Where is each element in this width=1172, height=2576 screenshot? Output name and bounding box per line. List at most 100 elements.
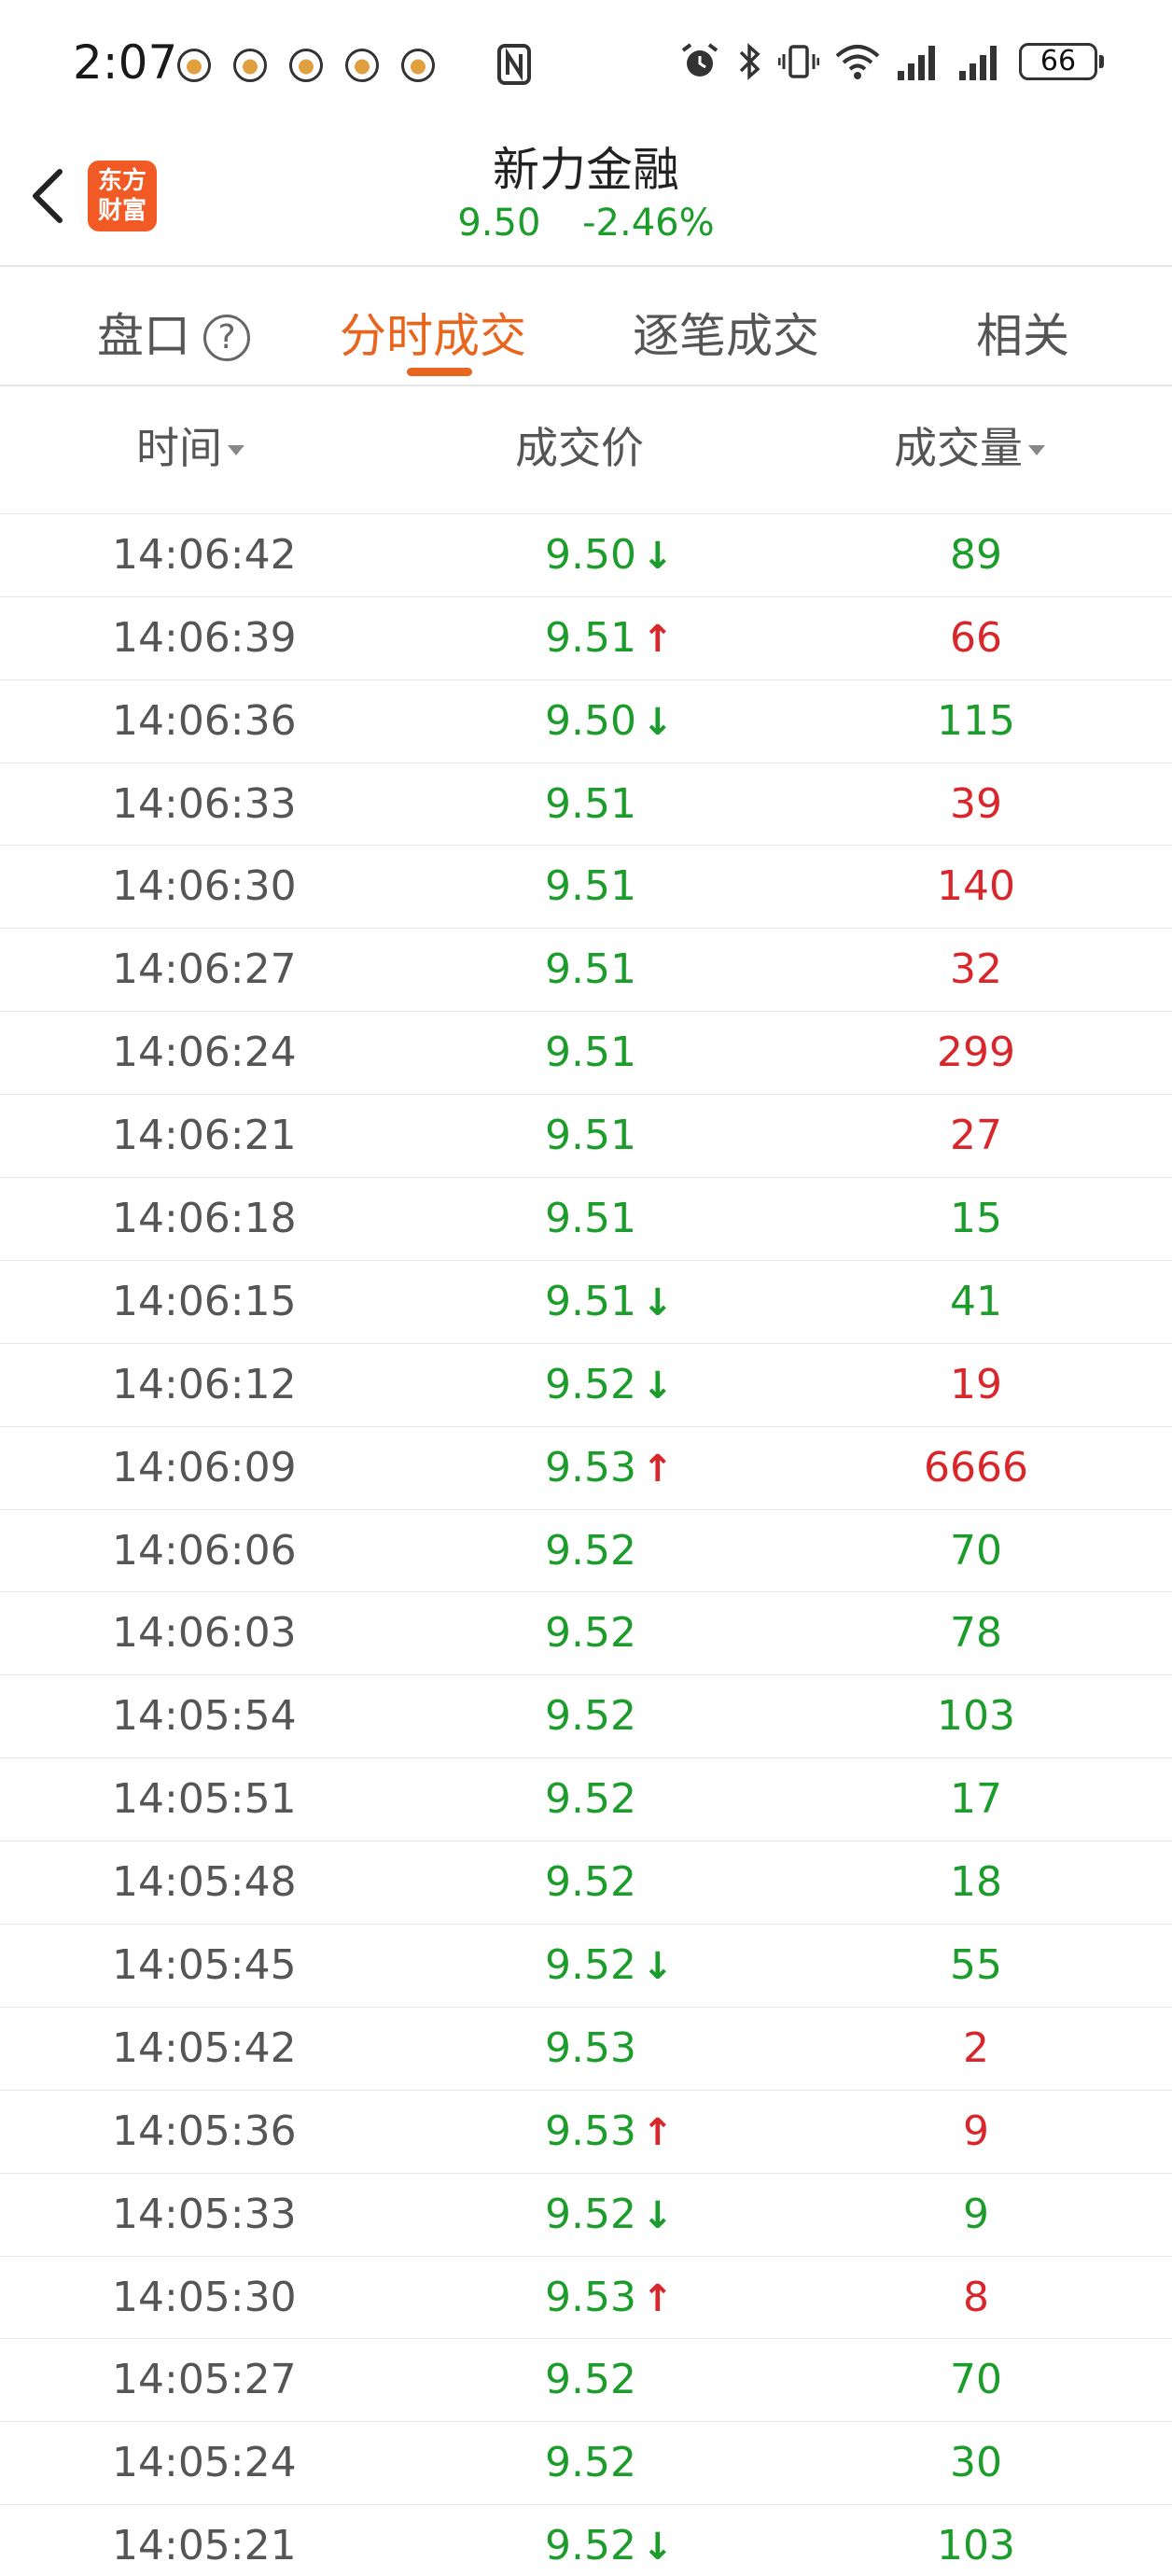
stock-header: 东方 财富 新力金融 9.50 -2.46%	[0, 131, 1172, 267]
trade-time: 14:05:42	[112, 2023, 297, 2072]
trade-time: 14:05:27	[112, 2356, 297, 2404]
trade-time: 14:06:39	[112, 613, 297, 662]
sort-caret-icon	[1028, 445, 1045, 455]
table-row[interactable]: 14:06:09 9.53 ↑ 6666	[0, 1427, 1172, 1510]
table-row[interactable]: 14:06:30 9.51 140	[0, 846, 1172, 930]
trade-price: 9.51	[545, 1095, 636, 1177]
trade-price-value: 9.51	[545, 1277, 636, 1325]
trade-price-value: 9.52	[545, 2439, 636, 2487]
arrow-down-icon: ↓	[641, 2193, 674, 2237]
trade-price-value: 9.53	[545, 1443, 636, 1491]
table-row[interactable]: 14:06:24 9.51 299	[0, 1012, 1172, 1096]
trade-list[interactable]: 14:06:459.501814:06:429.50↓8914:06:399.5…	[0, 489, 1172, 2576]
trade-price-value: 9.51	[545, 945, 636, 994]
trade-price-value: 9.52	[545, 1775, 636, 1824]
trade-price: 9.52	[545, 2422, 636, 2504]
table-row[interactable]: 14:05:51 9.52 17	[0, 1758, 1172, 1842]
sort-caret-icon	[228, 445, 244, 455]
nfc-icon	[497, 44, 531, 85]
arrow-down-icon: ↓	[641, 2526, 674, 2569]
trade-time: 14:06:09	[112, 1443, 297, 1491]
table-row[interactable]: 14:06:06 9.52 70	[0, 1510, 1172, 1593]
trade-time: 14:06:27	[112, 945, 297, 994]
table-row[interactable]: 14:05:30 9.53 ↑ 8	[0, 2257, 1172, 2340]
trade-price-value: 9.53	[545, 2273, 636, 2321]
trade-price: 9.50 ↓	[545, 514, 673, 596]
table-row[interactable]: 14:05:21 9.52 ↓ 103	[0, 2505, 1172, 2576]
table-row[interactable]: 14:05:27 9.52 70	[0, 2339, 1172, 2423]
table-row[interactable]: 14:05:33 9.52 ↓ 9	[0, 2174, 1172, 2257]
stock-change: -2.46%	[582, 202, 715, 245]
trade-price: 9.51	[545, 1012, 636, 1094]
table-row[interactable]: 14:06:36 9.50 ↓ 115	[0, 680, 1172, 763]
tab-tick-trades[interactable]: 逐笔成交	[633, 299, 819, 366]
column-header-time[interactable]: 时间	[136, 414, 244, 476]
arrow-up-icon: ↑	[641, 1447, 674, 1491]
trade-price-value: 9.52	[545, 1941, 636, 1990]
table-row[interactable]: 14:05:42 9.53 2	[0, 2008, 1172, 2091]
trade-volume: 115	[937, 696, 1015, 745]
trade-time: 14:05:30	[112, 2273, 297, 2321]
trade-time: 14:06:21	[112, 1112, 297, 1160]
stock-quote: 9.50 -2.46%	[0, 202, 1172, 245]
trade-volume: 66	[950, 613, 1002, 662]
trade-price: 9.50	[545, 489, 636, 513]
trade-price: 9.51	[545, 846, 636, 928]
arrow-down-icon: ↓	[641, 700, 674, 744]
tab-order-book[interactable]: 盘口?	[97, 299, 250, 366]
trade-time: 14:05:21	[112, 2522, 297, 2570]
table-row[interactable]: 14:06:42 9.50 ↓ 89	[0, 514, 1172, 597]
trade-price: 9.52	[545, 2339, 636, 2421]
trade-price: 9.52	[545, 1592, 636, 1674]
table-row[interactable]: 14:06:45 9.50 18	[0, 489, 1172, 514]
trade-time: 14:06:45	[112, 489, 297, 513]
trade-price-value: 9.50	[545, 489, 636, 496]
tab-related[interactable]: 相关	[976, 299, 1069, 366]
help-icon[interactable]: ?	[203, 315, 250, 361]
table-row[interactable]: 14:05:45 9.52 ↓ 55	[0, 1925, 1172, 2008]
wifi-icon	[835, 45, 880, 79]
signal-icon	[898, 46, 935, 80]
table-row[interactable]: 14:06:33 9.51 39	[0, 763, 1172, 847]
trade-volume: 78	[950, 1609, 1002, 1658]
column-label: 时间	[136, 423, 222, 473]
trade-time: 14:05:48	[112, 1858, 297, 1907]
status-time: 2:07	[73, 35, 178, 90]
system-icons: 66	[679, 41, 1104, 82]
trade-price: 9.52 ↓	[545, 2505, 673, 2576]
trade-price-value: 9.52	[545, 1609, 636, 1658]
table-row[interactable]: 14:06:15 9.51 ↓ 41	[0, 1261, 1172, 1344]
table-row[interactable]: 14:05:24 9.52 30	[0, 2422, 1172, 2506]
trade-price: 9.53 ↑	[545, 2257, 673, 2339]
trade-volume: 55	[950, 1941, 1002, 1990]
trade-volume: 70	[950, 2356, 1002, 2404]
trade-price: 9.53 ↑	[545, 1427, 673, 1509]
status-bar: 2:07 66	[0, 0, 1172, 131]
vibrate-icon	[778, 45, 819, 78]
table-row[interactable]: 14:06:12 9.52 ↓ 19	[0, 1344, 1172, 1427]
table-row[interactable]: 14:06:27 9.51 32	[0, 929, 1172, 1013]
table-row[interactable]: 14:06:03 9.52 78	[0, 1592, 1172, 1676]
arrow-down-icon: ↓	[641, 1945, 674, 1989]
table-row[interactable]: 14:06:18 9.51 15	[0, 1178, 1172, 1261]
battery-icon: 66	[1019, 43, 1104, 80]
table-row[interactable]: 14:05:36 9.53 ↑ 9	[0, 2091, 1172, 2174]
trade-volume: 299	[937, 1029, 1015, 1077]
trade-price: 9.52	[545, 1758, 636, 1841]
trade-time: 14:06:06	[112, 1526, 297, 1575]
trade-time: 14:06:03	[112, 1609, 297, 1658]
trade-price: 9.51 ↑	[545, 597, 673, 679]
table-row[interactable]: 14:06:21 9.51 27	[0, 1095, 1172, 1179]
column-header-volume[interactable]: 成交量	[894, 414, 1045, 476]
bluetooth-icon	[739, 43, 760, 80]
tab-time-trades[interactable]: 分时成交	[340, 299, 526, 366]
table-row[interactable]: 14:06:39 9.51 ↑ 66	[0, 597, 1172, 680]
trade-time: 14:06:36	[112, 696, 297, 745]
trade-volume: 70	[950, 1526, 1002, 1575]
table-row[interactable]: 14:05:54 9.52 103	[0, 1675, 1172, 1759]
app-notification-icon	[177, 49, 211, 82]
trade-time: 14:06:12	[112, 1360, 297, 1408]
trade-price-value: 9.53	[545, 2023, 636, 2072]
trade-price-value: 9.53	[545, 2107, 636, 2155]
table-row[interactable]: 14:05:48 9.52 18	[0, 1841, 1172, 1925]
